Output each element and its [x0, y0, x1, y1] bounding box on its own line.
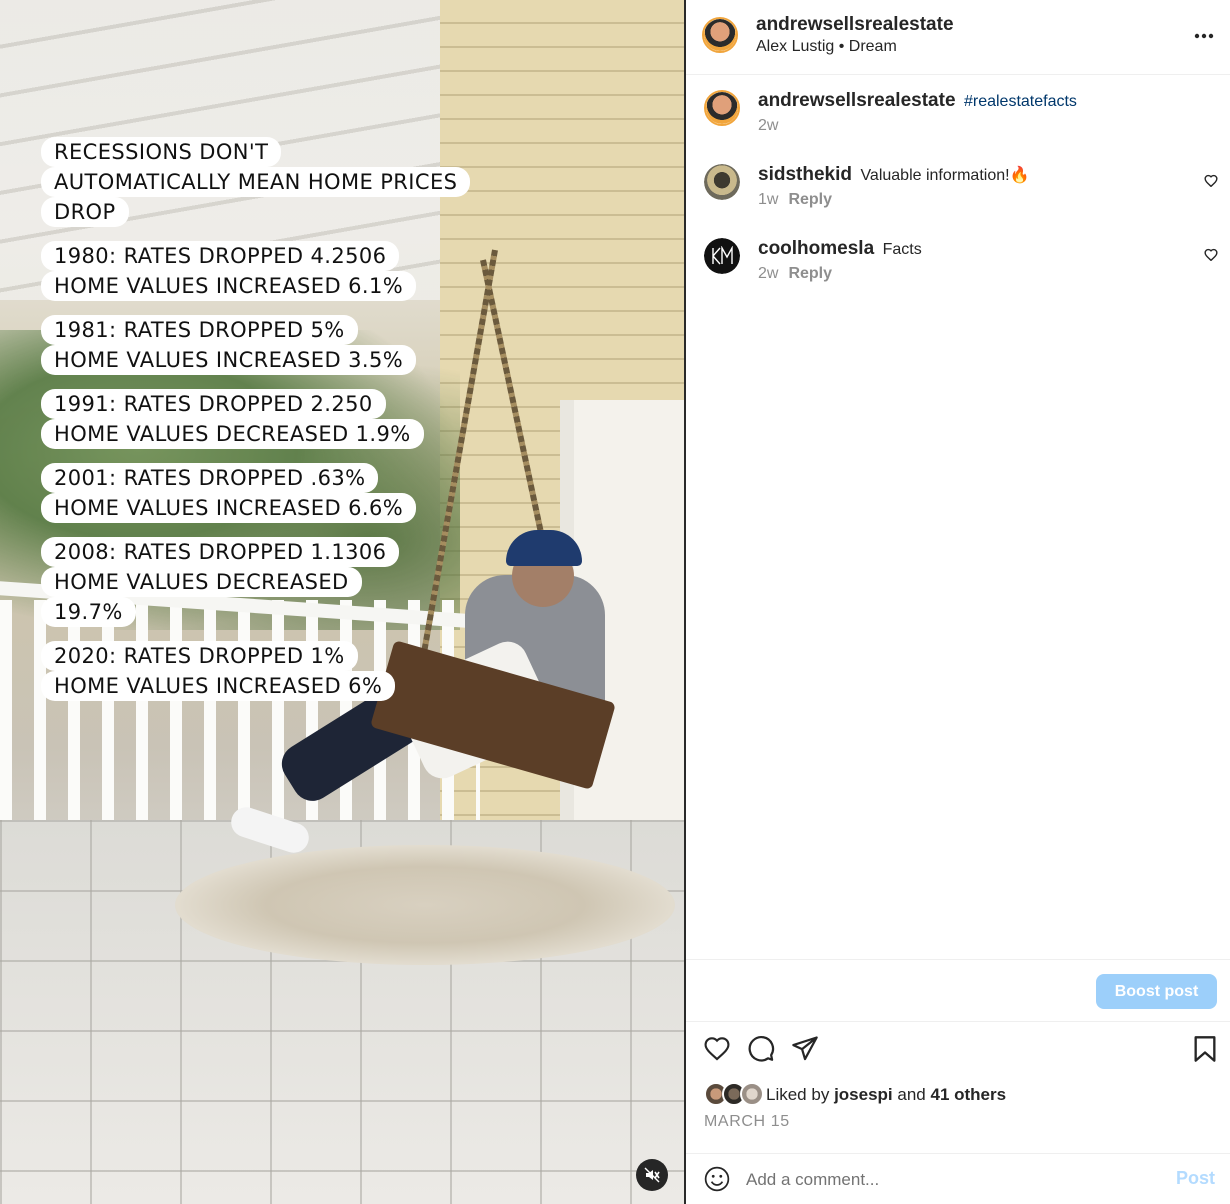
post-actions: [686, 1035, 1230, 1067]
add-comment-bar: Post: [686, 1153, 1230, 1204]
comment-meta: 1w Reply: [758, 191, 832, 209]
post-header: andrewsellsrealestate Alex Lustig • Drea…: [686, 0, 1230, 75]
reply-button[interactable]: Reply: [788, 265, 832, 282]
comment-icon: [748, 1035, 775, 1062]
comment-input[interactable]: [746, 1166, 1146, 1194]
author-avatar[interactable]: [702, 17, 738, 53]
likes-conj: and: [897, 1085, 926, 1104]
bookmark-icon: [1194, 1036, 1216, 1062]
caption-line: DROP: [41, 197, 129, 227]
more-icon: [1194, 33, 1214, 39]
liker-avatar[interactable]: [740, 1082, 764, 1106]
caption-block: 2008: RATES DROPPED 1.1306 HOME VALUES DE…: [41, 537, 470, 627]
likes-prefix: Liked by: [766, 1085, 830, 1104]
likes-others[interactable]: 41 others: [931, 1085, 1007, 1104]
caption-block: 2001: RATES DROPPED .63% HOME VALUES INCR…: [41, 463, 470, 523]
caption-block: 1991: RATES DROPPED 2.250 HOME VALUES DEC…: [41, 389, 470, 449]
like-comment-heart-icon[interactable]: [1204, 174, 1218, 187]
caption-line: 19.7%: [41, 597, 136, 627]
likes-text[interactable]: Liked by josespi and 41 others: [766, 1085, 1006, 1105]
comment-text: andrewsellsrealestate #realestatefacts: [758, 90, 1198, 113]
post-video[interactable]: RECESSIONS DON'T AUTOMATICALLY MEAN HOME …: [0, 0, 684, 1204]
save-button[interactable]: [1193, 1035, 1217, 1068]
boost-section: Boost post: [686, 959, 1230, 1022]
caption-line: AUTOMATICALLY MEAN HOME PRICES: [41, 167, 471, 197]
mute-button[interactable]: [636, 1159, 668, 1191]
post-comment-button[interactable]: Post: [1176, 1168, 1215, 1189]
comment-meta: 2w Reply: [758, 265, 832, 283]
caption-line: HOME VALUES INCREASED 6.6%: [41, 493, 417, 523]
boost-post-button[interactable]: Boost post: [1096, 974, 1217, 1009]
comment-avatar[interactable]: [704, 90, 740, 126]
author-username[interactable]: andrewsellsrealestate: [756, 14, 954, 36]
emoji-button[interactable]: [704, 1166, 730, 1197]
comment-time: 2w: [758, 265, 779, 282]
comment-body: Valuable information!🔥: [860, 167, 1030, 184]
liker-username[interactable]: josespi: [834, 1085, 893, 1104]
comment-time: 1w: [758, 191, 779, 208]
caption-block: 1980: RATES DROPPED 4.2506 HOME VALUES IN…: [41, 241, 470, 301]
emoji-icon: [704, 1166, 730, 1192]
caption-line: 1980: RATES DROPPED 4.2506: [41, 241, 400, 271]
post-date[interactable]: MARCH 15: [704, 1113, 790, 1131]
caption-line: 2001: RATES DROPPED .63%: [41, 463, 379, 493]
caption-line: 2020: RATES DROPPED 1%: [41, 641, 358, 671]
caption-line: HOME VALUES INCREASED 6%: [41, 671, 396, 701]
post-side-panel: andrewsellsrealestate Alex Lustig • Drea…: [686, 0, 1230, 1204]
reply-button[interactable]: Reply: [788, 191, 832, 208]
caption-line: 1991: RATES DROPPED 2.250: [41, 389, 386, 419]
caption-block: RECESSIONS DON'T AUTOMATICALLY MEAN HOME …: [41, 137, 471, 227]
comment-username[interactable]: sidsthekid: [758, 164, 852, 185]
like-button[interactable]: [703, 1035, 731, 1066]
caption-block: 1981: RATES DROPPED 5% HOME VALUES INCREA…: [41, 315, 470, 375]
caption-line: HOME VALUES INCREASED 3.5%: [41, 345, 417, 375]
share-button[interactable]: [791, 1035, 819, 1066]
comment-username[interactable]: andrewsellsrealestate: [758, 90, 956, 111]
comment-button[interactable]: [747, 1035, 775, 1068]
comment-time: 2w: [758, 117, 779, 134]
heart-icon: [704, 1037, 730, 1061]
comment-avatar[interactable]: [704, 238, 740, 274]
mute-icon: [644, 1167, 660, 1183]
comment-avatar[interactable]: [704, 164, 740, 200]
hashtag-link[interactable]: #realestatefacts: [964, 93, 1077, 110]
video-caption-overlay: RECESSIONS DON'T AUTOMATICALLY MEAN HOME …: [41, 137, 471, 715]
audio-track-link[interactable]: Alex Lustig • Dream: [756, 38, 897, 56]
caption-line: 2008: RATES DROPPED 1.1306: [41, 537, 400, 567]
caption-line: RECESSIONS DON'T: [41, 137, 282, 167]
like-comment-heart-icon[interactable]: [1204, 248, 1218, 261]
km-logo-icon: [712, 246, 733, 265]
more-options-button[interactable]: [1194, 22, 1214, 45]
caption-line: HOME VALUES DECREASED: [41, 567, 362, 597]
share-icon: [792, 1036, 818, 1061]
comment-username[interactable]: coolhomesla: [758, 238, 874, 259]
caption-line: 1981: RATES DROPPED 5%: [41, 315, 358, 345]
caption-block: 2020: RATES DROPPED 1% HOME VALUES INCREA…: [41, 641, 470, 701]
comment-meta: 2w: [758, 117, 778, 135]
caption-line: HOME VALUES INCREASED 6.1%: [41, 271, 417, 301]
comment-text: coolhomesla Facts: [758, 238, 1198, 261]
comment-text: sidsthekid Valuable information!🔥: [758, 164, 1198, 187]
caption-line: HOME VALUES DECREASED 1.9%: [41, 419, 424, 449]
comment-body: Facts: [882, 241, 922, 258]
